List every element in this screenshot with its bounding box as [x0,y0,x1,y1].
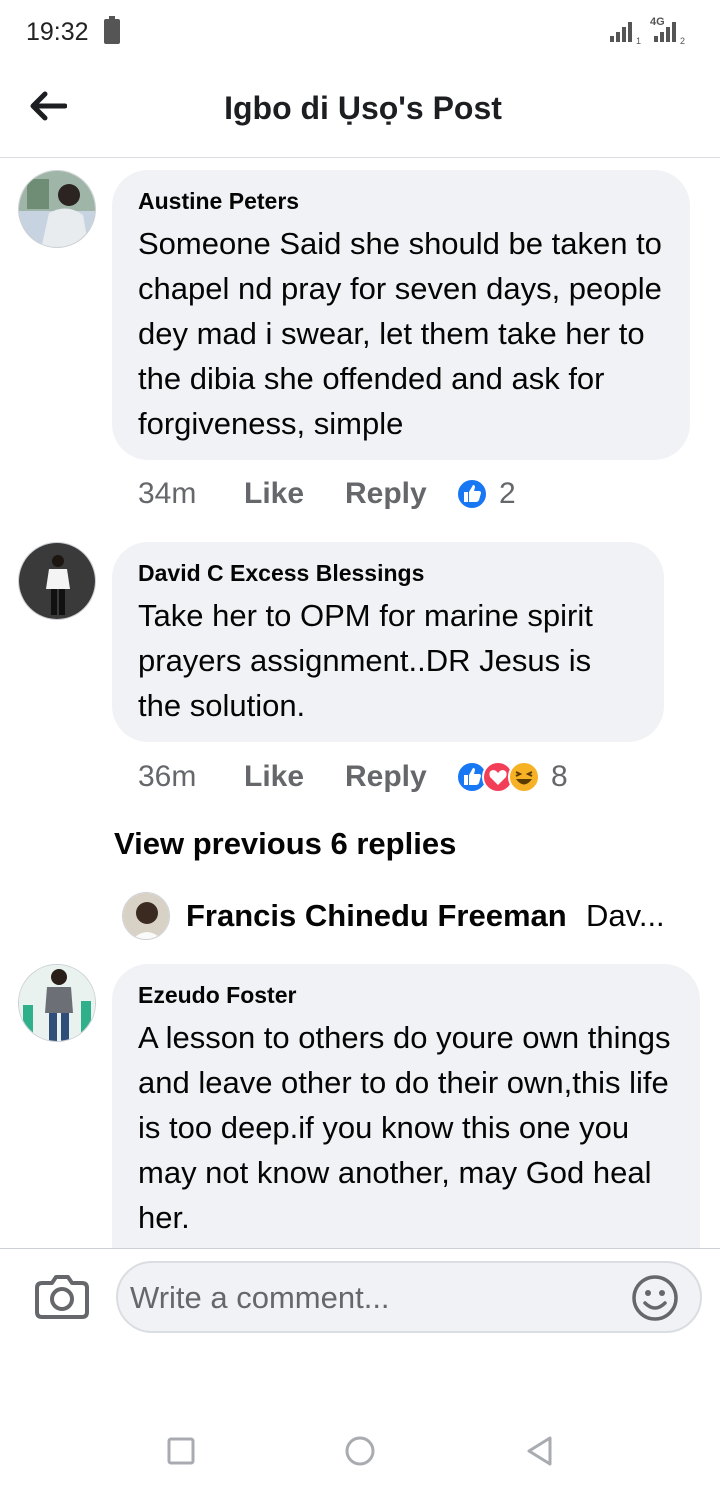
avatar[interactable] [18,170,96,248]
page-title: Igbo di Ụsọ's Post [224,90,502,126]
reply-author[interactable]: Francis Chinedu Freeman [186,898,567,934]
header: Igbo di Ụsọ's Post [0,64,720,158]
network-type: 4G [650,16,665,28]
comment-time[interactable]: 36m [138,760,244,794]
status-time: 19:32 [26,18,89,46]
camera-icon [35,1275,89,1319]
status-bar: 19:32 1 4G 2 [0,0,720,64]
reaction-count[interactable]: 2 [499,477,516,511]
comment-input[interactable] [130,1273,620,1323]
comment-text: Someone Said she should be taken to chap… [138,226,662,441]
avatar[interactable] [122,892,170,940]
reaction-icons[interactable] [455,760,541,794]
back-triangle-icon[interactable] [523,1434,557,1468]
like-button[interactable]: Like [244,477,345,511]
camera-button[interactable] [34,1271,90,1321]
avatar[interactable] [18,964,96,1042]
emoji-button[interactable] [630,1273,680,1323]
system-nav-bar [0,1400,720,1500]
reaction-count[interactable]: 8 [551,760,568,794]
comment-bubble: Austine Peters Someone Said she should b… [112,170,690,460]
signal-label-1: 1 [636,36,641,46]
battery-icon [104,16,120,44]
comment-actions: 34m Like Reply 2 [138,474,516,514]
reply-preview[interactable] [122,892,170,940]
comment-actions: 36m Like Reply 8 [138,757,568,797]
comment-bubble: Ezeudo Foster A lesson to others do your… [112,964,700,1254]
smiley-icon [632,1275,678,1321]
comment-author[interactable]: Ezeudo Foster [138,982,674,1009]
comment-input-wrap [116,1261,702,1333]
haha-reaction-icon [508,761,540,793]
comment-composer [0,1248,720,1348]
view-previous-replies[interactable]: View previous 6 replies [114,826,456,862]
recent-apps-icon[interactable] [164,1434,198,1468]
reply-button[interactable]: Reply [345,477,455,511]
comment-author[interactable]: David C Excess Blessings [138,560,638,587]
reply-button[interactable]: Reply [345,760,455,794]
signal-label-2: 2 [680,36,685,46]
reaction-icons[interactable] [455,477,489,511]
home-icon[interactable] [343,1434,377,1468]
comment-author[interactable]: Austine Peters [138,188,664,215]
comment-time[interactable]: 34m [138,477,244,511]
comment-text: A lesson to others do youre own things a… [138,1020,671,1235]
avatar[interactable] [18,542,96,620]
comment-bubble: David C Excess Blessings Take her to OPM… [112,542,664,742]
reply-snippet[interactable]: Dav... [586,898,665,934]
like-button[interactable]: Like [244,760,345,794]
signal-icon: 1 4G 2 [610,16,685,46]
like-reaction-icon [456,478,488,510]
comment-text: Take her to OPM for marine spirit prayer… [138,598,593,723]
